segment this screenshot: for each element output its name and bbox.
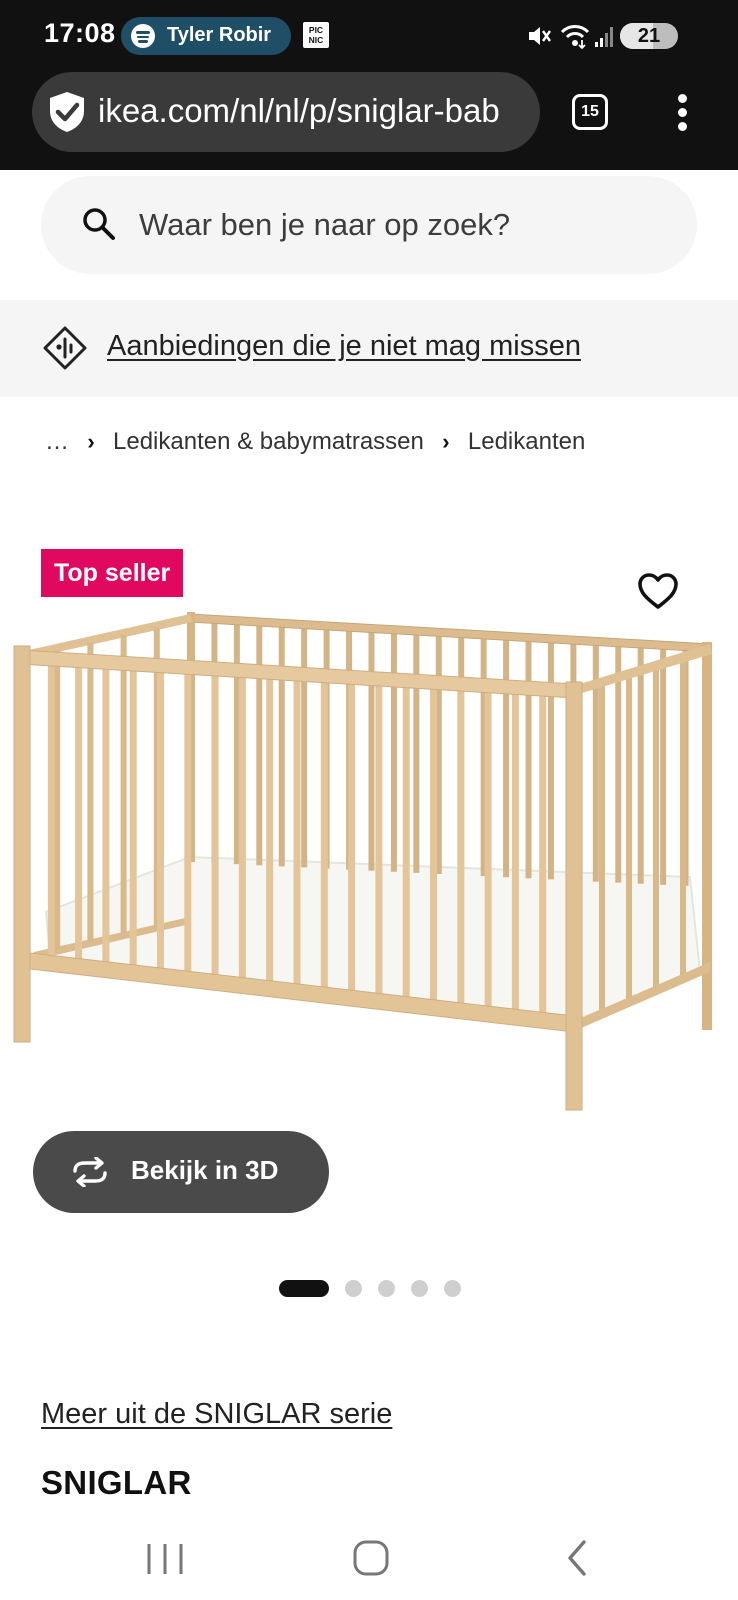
carousel-dot[interactable] [279,1279,329,1297]
battery-level: 21 [637,25,661,47]
promo-banner[interactable]: Aanbiedingen die je niet mag missen [0,300,738,397]
view-in-3d-button[interactable]: Bekijk in 3D [33,1131,329,1213]
carousel-dot[interactable] [444,1279,461,1297]
overflow-menu-icon[interactable] [676,94,690,132]
chevron-right-icon: › [87,429,95,454]
address-bar[interactable]: ikea.com/nl/nl/p/sniglar-bab [32,72,540,152]
breadcrumb-ellipsis[interactable]: … [41,428,73,456]
mute-icon [529,27,551,45]
url-text[interactable]: ikea.com/nl/nl/p/sniglar-bab [98,92,540,130]
battery-indicator: 21 [620,23,678,49]
home-icon[interactable] [341,1528,401,1588]
search-input[interactable] [139,198,659,252]
carousel-dot[interactable] [378,1279,395,1297]
system-navigation-bar [0,1510,738,1600]
product-title: SNIGLAR [41,1464,192,1501]
rotate-3d-icon [73,1157,107,1187]
heart-icon[interactable] [636,570,680,614]
tab-switcher-button[interactable]: 15 [572,94,608,130]
status-bar: 17:08 Tyler Robir PIC NIC 21 [0,0,738,70]
signal-icon [595,27,613,47]
promo-link[interactable]: Aanbiedingen die je niet mag missen [107,330,581,363]
image-carousel-indicator[interactable] [279,1278,461,1298]
carousel-dot[interactable] [411,1279,428,1297]
media-notification-pill[interactable]: Tyler Robir [121,17,291,55]
chevron-right-icon: › [442,429,450,454]
breadcrumb-item-beds-mattresses[interactable]: Ledikanten & babymatrassen [109,428,428,456]
picnic-app-icon: PIC NIC [303,22,329,48]
status-time: 17:08 [44,18,116,48]
back-icon[interactable] [548,1528,608,1588]
shield-icon[interactable] [46,89,88,135]
series-link[interactable]: Meer uit de SNIGLAR serie [41,1398,392,1431]
recent-apps-icon[interactable] [135,1528,195,1588]
price-tag-icon [43,326,87,370]
wifi-icon [560,25,590,50]
view-in-3d-label: Bekijk in 3D [131,1155,279,1185]
search-icon [83,208,115,240]
carousel-dot[interactable] [345,1279,362,1297]
top-seller-badge: Top seller [41,549,184,597]
spotify-icon [131,24,155,48]
search-box[interactable] [41,176,697,274]
breadcrumb-item-cribs[interactable]: Ledikanten [464,428,589,456]
media-title: Tyler Robir [167,24,272,46]
product-image-crib[interactable] [10,612,728,1136]
breadcrumb: … › Ledikanten & babymatrassen › Ledikan… [41,425,589,459]
